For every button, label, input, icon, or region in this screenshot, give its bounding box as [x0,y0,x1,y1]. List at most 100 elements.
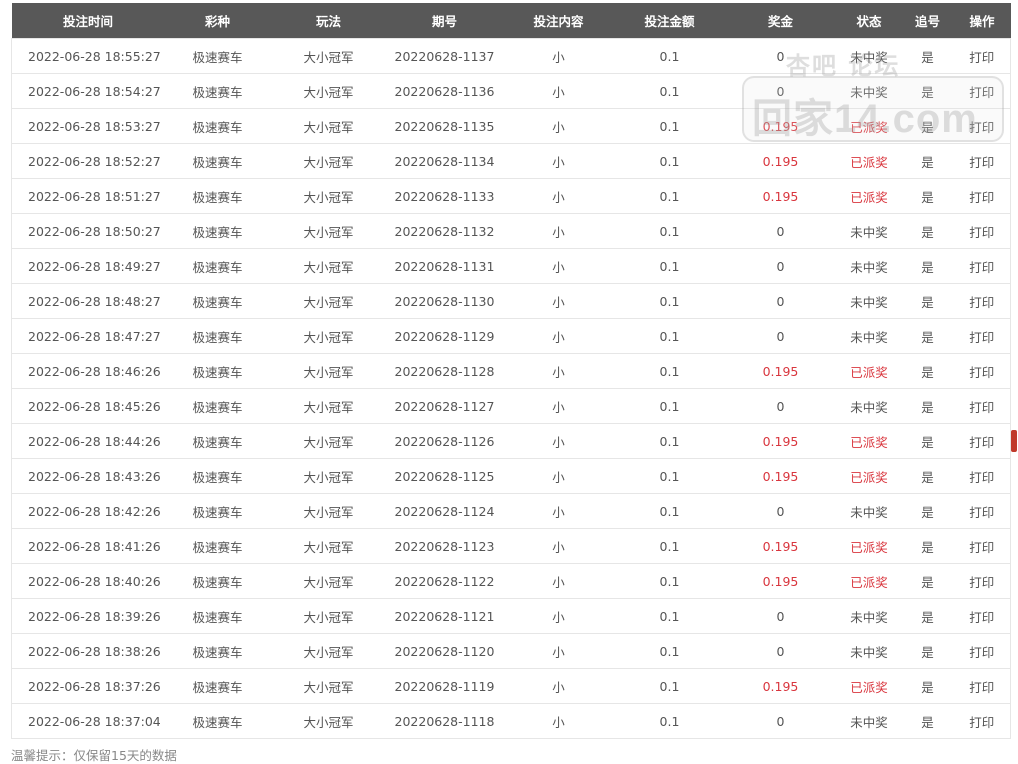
prize-cell: 0 [724,703,837,739]
bet-amount-cell: 0.1 [614,213,725,249]
prize-cell: 0.195 [724,528,837,564]
print-link[interactable]: 打印 [953,318,1011,354]
bet-amount-cell: 0.1 [614,108,725,144]
table-row: 2022-06-28 18:43:26 极速赛车 大小冠军 20220628-1125… [11,458,1011,494]
bet-amount-cell: 0.1 [614,703,725,739]
chase-cell: 是 [901,423,954,459]
bet-amount-cell: 0.1 [614,143,725,179]
retention-hint: 温馨提示：仅保留15天的数据 [11,748,177,763]
print-link[interactable]: 打印 [953,283,1011,319]
play-type-cell: 大小冠军 [270,388,387,424]
print-link[interactable]: 打印 [953,633,1011,669]
bet-content-cell: 小 [502,108,615,144]
table-row: 2022-06-28 18:41:26 极速赛车 大小冠军 20220628-1123… [11,528,1011,564]
bet-content-cell: 小 [502,283,615,319]
chase-cell: 是 [901,388,954,424]
lottery-cell: 极速赛车 [164,598,271,634]
lottery-cell: 极速赛车 [164,388,271,424]
chase-cell: 是 [901,598,954,634]
header-prize: 奖金 [724,3,837,39]
bet-content-cell: 小 [502,703,615,739]
bet-content-cell: 小 [502,318,615,354]
print-link[interactable]: 打印 [953,73,1011,109]
play-type-cell: 大小冠军 [270,668,387,704]
play-type-cell: 大小冠军 [270,353,387,389]
table-row: 2022-06-28 18:39:26 极速赛车 大小冠军 20220628-1121… [11,598,1011,634]
table-row: 2022-06-28 18:37:26 极速赛车 大小冠军 20220628-1119… [11,668,1011,704]
status-cell: 已派奖 [836,563,902,599]
issue-number-cell: 20220628-1133 [386,178,503,214]
bet-time-cell: 2022-06-28 18:52:27 [11,143,165,179]
print-link[interactable]: 打印 [953,213,1011,249]
chase-cell: 是 [901,108,954,144]
bet-content-cell: 小 [502,353,615,389]
play-type-cell: 大小冠军 [270,248,387,284]
chase-cell: 是 [901,283,954,319]
status-cell: 未中奖 [836,703,902,739]
print-link[interactable]: 打印 [953,598,1011,634]
print-link[interactable]: 打印 [953,353,1011,389]
print-link[interactable]: 打印 [953,178,1011,214]
lottery-cell: 极速赛车 [164,528,271,564]
issue-number-cell: 20220628-1128 [386,353,503,389]
prize-cell: 0 [724,283,837,319]
chase-cell: 是 [901,563,954,599]
bet-amount-cell: 0.1 [614,388,725,424]
status-cell: 已派奖 [836,528,902,564]
print-link[interactable]: 打印 [953,668,1011,704]
print-link[interactable]: 打印 [953,38,1011,74]
header-play: 玩法 [270,3,387,39]
print-link[interactable]: 打印 [953,108,1011,144]
chase-cell: 是 [901,38,954,74]
lottery-cell: 极速赛车 [164,73,271,109]
bet-time-cell: 2022-06-28 18:48:27 [11,283,165,319]
status-cell: 已派奖 [836,423,902,459]
table-row: 2022-06-28 18:40:26 极速赛车 大小冠军 20220628-1122… [11,563,1011,599]
chase-cell: 是 [901,633,954,669]
lottery-cell: 极速赛车 [164,283,271,319]
play-type-cell: 大小冠军 [270,633,387,669]
bet-content-cell: 小 [502,213,615,249]
print-link[interactable]: 打印 [953,248,1011,284]
issue-number-cell: 20220628-1129 [386,318,503,354]
print-link[interactable]: 打印 [953,458,1011,494]
print-link[interactable]: 打印 [953,143,1011,179]
issue-number-cell: 20220628-1125 [386,458,503,494]
bet-content-cell: 小 [502,178,615,214]
issue-number-cell: 20220628-1123 [386,528,503,564]
status-cell: 未中奖 [836,283,902,319]
print-link[interactable]: 打印 [953,388,1011,424]
bet-amount-cell: 0.1 [614,73,725,109]
side-float-tab[interactable] [1011,430,1017,452]
print-link[interactable]: 打印 [953,423,1011,459]
print-link[interactable]: 打印 [953,528,1011,564]
header-bet-time: 投注时间 [11,3,165,39]
bet-amount-cell: 0.1 [614,283,725,319]
bet-amount-cell: 0.1 [614,318,725,354]
prize-cell: 0 [724,633,837,669]
prize-cell: 0 [724,248,837,284]
issue-number-cell: 20220628-1136 [386,73,503,109]
status-cell: 未中奖 [836,388,902,424]
play-type-cell: 大小冠军 [270,318,387,354]
bet-time-cell: 2022-06-28 18:49:27 [11,248,165,284]
bet-amount-cell: 0.1 [614,528,725,564]
prize-cell: 0 [724,73,837,109]
lottery-cell: 极速赛车 [164,633,271,669]
bet-amount-cell: 0.1 [614,458,725,494]
lottery-cell: 极速赛车 [164,143,271,179]
prize-cell: 0.195 [724,353,837,389]
bet-time-cell: 2022-06-28 18:46:26 [11,353,165,389]
status-cell: 未中奖 [836,248,902,284]
bet-amount-cell: 0.1 [614,178,725,214]
play-type-cell: 大小冠军 [270,73,387,109]
print-link[interactable]: 打印 [953,563,1011,599]
bet-content-cell: 小 [502,388,615,424]
issue-number-cell: 20220628-1121 [386,598,503,634]
bet-amount-cell: 0.1 [614,668,725,704]
print-link[interactable]: 打印 [953,493,1011,529]
bet-content-cell: 小 [502,493,615,529]
bet-time-cell: 2022-06-28 18:54:27 [11,73,165,109]
bet-amount-cell: 0.1 [614,248,725,284]
print-link[interactable]: 打印 [953,703,1011,739]
